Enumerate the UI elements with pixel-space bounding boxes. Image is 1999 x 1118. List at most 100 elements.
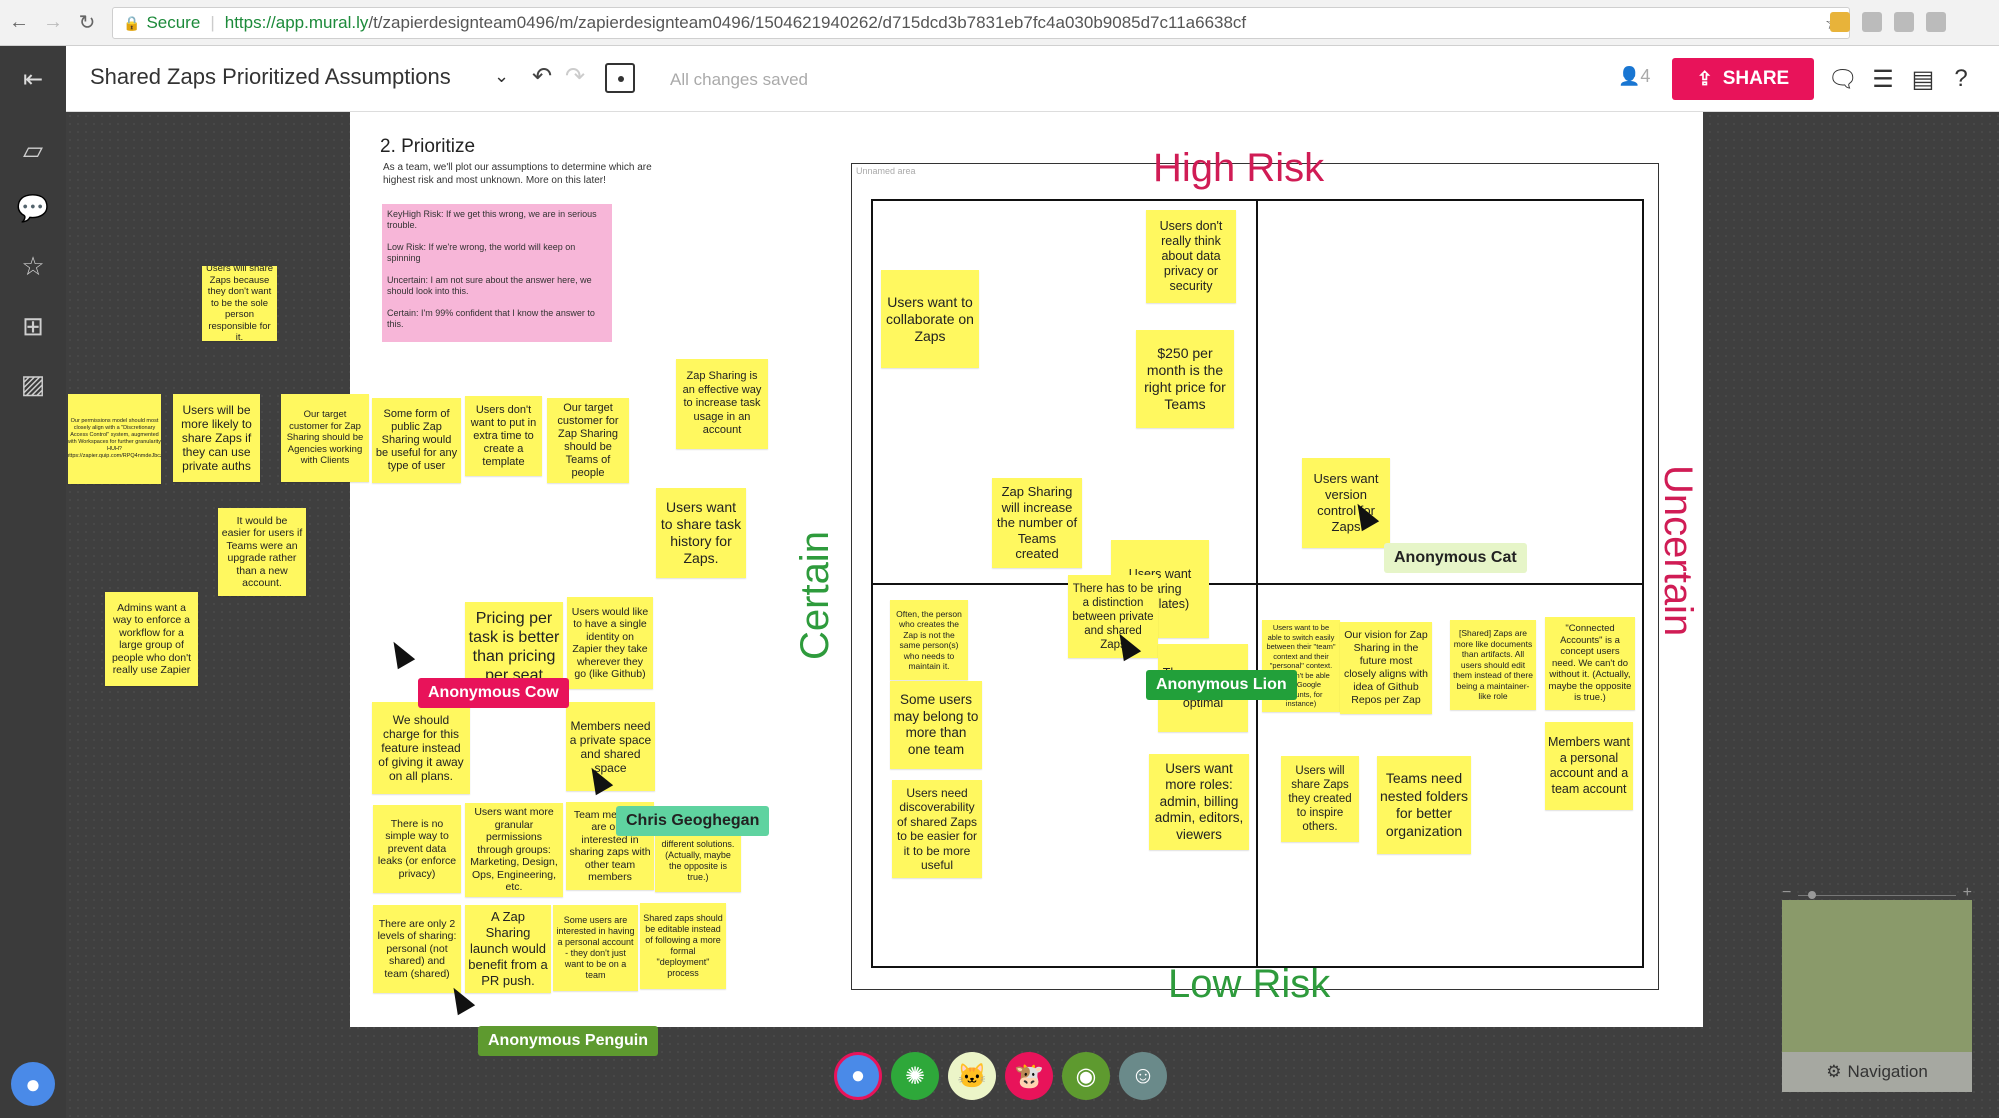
sticky-note[interactable]: Users will share Zaps they created to in… [1281,756,1359,842]
sticky-note[interactable]: It would be easier for users if Teams we… [218,508,306,596]
sticky-note[interactable]: Users would like to have a single identi… [567,597,653,689]
sticky-note[interactable]: Users want more granular permissions thr… [465,803,563,897]
certain-label: Certain [793,531,837,660]
sticky-note[interactable]: Members want a personal account and a te… [1545,722,1633,810]
extension-icons [1830,12,1946,32]
separator: | [210,13,215,32]
activity-icon[interactable]: ☰ [1868,64,1898,94]
sticky-note[interactable]: There has to be a distinction between pr… [1068,575,1158,658]
sticky-note[interactable]: different solutions. (Actually, maybe th… [655,830,741,892]
horizontal-divider [871,583,1644,585]
upload-icon: ⇪ [1696,68,1713,90]
sticky-note[interactable]: Admins want a way to enforce a workflow … [105,592,198,686]
area-label: Unnamed area [856,166,916,176]
sticky-note[interactable]: Users want to share task history for Zap… [656,488,746,578]
sticky-note[interactable]: Zap Sharing will increase the number of … [992,478,1082,568]
share-button[interactable]: ⇪ SHARE [1672,58,1814,100]
save-status: All changes saved [670,70,808,89]
secure-label: Secure [146,13,201,32]
reload-icon[interactable]: ↻ [72,8,102,38]
sticky-note[interactable]: Some users may belong to more than one t… [890,681,982,769]
sticky-note[interactable]: Teams need nested folders for better org… [1377,756,1471,854]
extension-icon[interactable] [1926,12,1946,32]
lock-icon: 🔒 [123,14,141,31]
extension-icon[interactable] [1830,12,1850,32]
star-icon[interactable]: ☆ [17,250,49,282]
exit-icon[interactable]: ⇤ [0,46,66,112]
sticky-note[interactable]: Members need a private space and shared … [566,702,655,791]
cat-avatar-icon[interactable]: 🐱 [948,1052,996,1100]
app-toolbar: ⇤ Shared Zaps Prioritized Assumptions ⌄ … [0,46,1999,112]
sticky-note[interactable]: Users need discoverability of shared Zap… [892,780,982,878]
avatar[interactable]: ● [11,1062,55,1106]
sticky-note[interactable]: Our permissions model should most closel… [68,394,161,484]
comments-icon[interactable]: 🗨 [1828,64,1858,94]
sticky-note[interactable]: Our target customer for Zap Sharing shou… [281,394,369,482]
mural-title[interactable]: Shared Zaps Prioritized Assumptions [90,64,451,90]
chevron-down-icon[interactable]: ⌄ [494,66,509,87]
collaborator-label: Anonymous Cat [1384,543,1527,573]
collaborator-label: Anonymous Penguin [478,1026,658,1056]
back-icon[interactable]: ← [4,8,34,38]
sticky-note[interactable]: Our vision for Zap Sharing in the future… [1340,622,1432,714]
gear-icon: ⚙ [1826,1062,1842,1081]
avatar[interactable]: ● [834,1052,882,1100]
text-bubble-icon[interactable]: 💬 [17,192,49,224]
sticky-note[interactable]: "Connected Accounts" is a concept users … [1545,617,1635,710]
penguin-avatar-icon[interactable]: ◉ [1062,1052,1110,1100]
browser-toolbar: ← → ↻ 🔒 Secure | https://app.mural.ly/t/… [0,0,1999,46]
user-count-value: 4 [1640,66,1651,86]
sticky-note[interactable]: We should charge for this feature instea… [372,702,470,794]
sticky-note[interactable]: Users will be more likely to share Zaps … [173,394,260,482]
sticky-note[interactable]: Users will share Zaps because they don't… [202,266,277,341]
sticky-note[interactable]: Users want to collaborate on Zaps [881,270,979,368]
sticky-note[interactable]: $250 per month is the right price for Te… [1136,330,1234,428]
section-title: 2. Prioritize [380,136,476,157]
sticky-note[interactable]: Shared zaps should be editable instead o… [640,903,726,989]
sticky-note[interactable]: Users don't want to put in extra time to… [465,396,542,476]
forward-icon[interactable]: → [38,8,68,38]
sticky-note[interactable]: Some users are interested in having a pe… [553,905,638,991]
lion-avatar-icon[interactable]: ✺ [891,1052,939,1100]
extension-icon[interactable] [1894,12,1914,32]
collaborator-avatars: ● ✺ 🐱 🐮 ◉ ☺ [834,1052,1167,1100]
sticky-note[interactable]: Users don't really think about data priv… [1146,210,1236,303]
low-risk-label: Low Risk [1168,962,1331,1006]
sticky-note-icon[interactable]: ▱ [17,134,49,166]
avatar[interactable]: ☺ [1119,1052,1167,1100]
grid-icon[interactable]: ⊞ [17,310,49,342]
sticky-note[interactable]: Our target customer for Zap Sharing shou… [547,398,629,483]
high-risk-label: High Risk [1153,146,1325,190]
sticky-note[interactable]: Users want version control for Zaps [1302,458,1390,548]
image-icon[interactable]: ▨ [17,368,49,400]
collaborator-label: Anonymous Cow [418,678,569,708]
sticky-note[interactable]: There are only 2 levels of sharing: pers… [373,905,461,993]
uncertain-label: Uncertain [1656,465,1700,637]
sticky-note[interactable]: [Shared] Zaps are more like documents th… [1450,620,1536,710]
sticky-note[interactable]: Zap Sharing is an effective way to incre… [676,359,768,449]
cow-avatar-icon[interactable]: 🐮 [1005,1052,1053,1100]
zoom-knob[interactable] [1808,891,1816,899]
outline-icon[interactable] [605,63,635,93]
collaborator-label: Anonymous Lion [1146,670,1297,700]
navigation-label: Navigation [1847,1062,1928,1081]
section-description: As a team, we'll plot our assumptions to… [383,162,652,186]
url-host: https://app.mural.ly [224,13,369,32]
key-note[interactable]: KeyHigh Risk: If we get this wrong, we a… [382,204,612,342]
redo-icon[interactable]: ↷ [565,62,585,91]
navigation-button[interactable]: ⚙ Navigation [1782,1052,1972,1092]
url-path: /t/zapierdesignteam0496/m/zapierdesignte… [368,13,1247,32]
user-icon: 👤 [1618,66,1641,86]
collaborator-label: Chris Geoghegan [616,806,770,836]
address-bar[interactable]: 🔒 Secure | https://app.mural.ly/t/zapier… [112,7,1850,39]
help-icon[interactable]: ? [1946,64,1976,94]
sticky-note[interactable]: Often, the person who creates the Zap is… [890,600,968,680]
sticky-note[interactable]: Some form of public Zap Sharing would be… [372,398,461,483]
undo-icon[interactable]: ↶ [532,62,552,91]
user-count[interactable]: 👤4 [1618,66,1650,87]
outline-list-icon[interactable]: ▤ [1908,64,1938,94]
sticky-note[interactable]: Users want more roles: admin, billing ad… [1149,754,1249,850]
sticky-note[interactable]: A Zap Sharing launch would benefit from … [465,905,551,993]
rss-icon[interactable] [1862,12,1882,32]
sticky-note[interactable]: There is no simple way to prevent data l… [373,805,461,893]
